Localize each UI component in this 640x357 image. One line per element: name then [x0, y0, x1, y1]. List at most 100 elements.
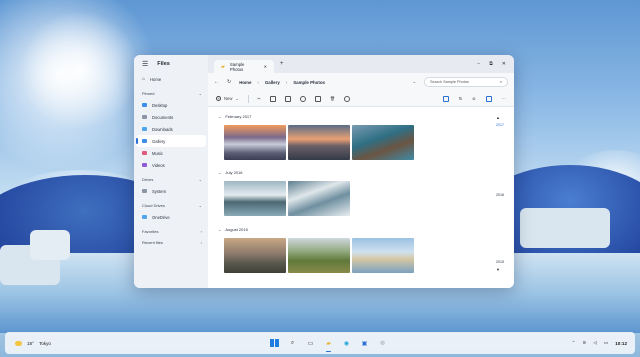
delete-icon[interactable]: 🗑	[330, 96, 335, 102]
weather-icon	[15, 340, 22, 346]
tab-close-icon[interactable]: ✕	[264, 64, 267, 69]
properties-icon[interactable]	[344, 95, 351, 102]
files-app-icon[interactable]: ▰	[323, 338, 334, 352]
section-label: Drives	[142, 177, 154, 182]
chevron-down-icon[interactable]: ⌄	[412, 79, 416, 85]
sidebar-item-home[interactable]: ⌂ Home	[134, 73, 208, 85]
group-header-july-2016[interactable]: ⌄ July 2016	[218, 170, 242, 175]
section-recent-files[interactable]: Recent files ›	[134, 237, 208, 248]
plus-icon: +	[216, 95, 221, 101]
breadcrumb[interactable]: Home › Gallery › Sample Photos ⌄	[239, 79, 416, 85]
sidebar-item-desktop[interactable]: Desktop	[134, 99, 208, 111]
cut-icon[interactable]: ✂	[257, 96, 261, 101]
new-button[interactable]: + New ⌄	[216, 96, 239, 101]
documents-icon	[142, 115, 147, 119]
share-icon[interactable]	[314, 95, 321, 102]
sidebar-item-system[interactable]: System	[134, 185, 208, 197]
photo-thumbnail[interactable]	[288, 238, 350, 273]
tab-label: Sample Photos	[229, 61, 245, 72]
wifi-icon[interactable]: ≋	[583, 340, 587, 346]
address-bar: ← ↻ Home › Gallery › Sample Photos ⌄ Sea…	[208, 73, 514, 91]
drive-icon	[142, 189, 147, 193]
battery-icon[interactable]: ▭	[604, 340, 608, 346]
main-pane: ▰ Sample Photos ✕ + − ⧉ ✕ ← ↻ Home › Gal…	[208, 55, 514, 288]
clock[interactable]: 10:12	[615, 341, 627, 346]
app-title: Files	[157, 61, 170, 67]
paste-icon[interactable]	[284, 95, 291, 102]
copy-icon[interactable]	[269, 95, 276, 102]
gallery-icon	[142, 139, 147, 143]
breadcrumb-gallery[interactable]: Gallery	[265, 80, 280, 85]
task-view-icon[interactable]: ▭	[305, 338, 316, 349]
weather-widget[interactable]: 18° Tokyo	[15, 340, 51, 346]
sidebar-item-documents[interactable]: Documents	[134, 111, 208, 123]
sort-icon[interactable]: ⇅	[459, 96, 463, 101]
taskbar-apps: ⌕ ▭ ▰ ◉ ▣ ◎	[269, 338, 388, 352]
search-placeholder: Search Sample Photos	[430, 80, 469, 84]
start-button[interactable]	[269, 338, 280, 349]
sidebar: ☰ Files ⌂ Home Pinned ⌄ Desktop Document…	[134, 55, 208, 288]
weather-city: Tokyo	[38, 340, 51, 346]
close-button[interactable]: ✕	[502, 61, 506, 67]
downloads-icon	[142, 127, 147, 131]
minimize-button[interactable]: −	[477, 61, 480, 67]
section-pinned[interactable]: Pinned ⌄	[134, 88, 208, 99]
sidebar-item-label: Downloads	[152, 126, 173, 132]
photo-thumbnail[interactable]	[224, 181, 286, 216]
sidebar-item-label: Documents	[152, 114, 174, 120]
view-icon[interactable]	[442, 95, 449, 102]
chrome-icon[interactable]: ◎	[377, 338, 388, 349]
scroll-up-arrow-icon[interactable]: ▲	[496, 115, 500, 120]
photo-thumbnail[interactable]	[352, 238, 414, 273]
group-header-august-2015[interactable]: ⌄ August 2015	[218, 227, 248, 232]
gallery-content: ⌄ February 2017 ▲ 2017 ⌄ July 2016 2016 …	[208, 107, 514, 288]
breadcrumb-home[interactable]: Home	[239, 80, 251, 85]
photo-thumbnail[interactable]	[288, 181, 350, 216]
more-options-icon[interactable]: ⋯	[502, 96, 506, 101]
window-controls: − ⧉ ✕	[477, 61, 514, 67]
store-icon[interactable]: ▣	[359, 338, 370, 349]
chevron-right-icon: ›	[285, 79, 288, 85]
back-arrow-icon[interactable]: ←	[214, 79, 219, 85]
section-label: Cloud Drives	[142, 203, 165, 208]
photo-thumbnail[interactable]	[224, 125, 286, 160]
volume-icon[interactable]: ◁	[593, 340, 597, 346]
desktop-icon	[142, 103, 147, 107]
photo-thumbnail[interactable]	[288, 125, 350, 160]
section-favorites[interactable]: Favorites ›	[134, 226, 208, 237]
sidebar-item-music[interactable]: Music	[134, 147, 208, 159]
photo-thumbnail[interactable]	[224, 238, 286, 273]
breadcrumb-sample-photos[interactable]: Sample Photos	[293, 80, 325, 85]
section-cloud-drives[interactable]: Cloud Drives ⌄	[134, 200, 208, 211]
chevron-up-icon[interactable]: ⌃	[572, 340, 576, 346]
edge-browser-icon[interactable]: ◉	[341, 338, 352, 349]
section-label: Pinned	[142, 91, 155, 96]
chevron-down-icon: ⌄	[235, 96, 239, 101]
sidebar-item-gallery[interactable]: Gallery	[136, 135, 206, 147]
photo-thumbnail[interactable]	[352, 125, 414, 160]
refresh-icon[interactable]: ↻	[227, 79, 231, 85]
search-icon: ⌕	[499, 80, 502, 84]
tab-sample-photos[interactable]: ▰ Sample Photos ✕	[214, 60, 274, 73]
group-header-february-2017[interactable]: ⌄ February 2017	[218, 114, 251, 119]
layout-icon[interactable]	[485, 95, 492, 102]
add-tab-button[interactable]: +	[280, 61, 284, 67]
timeline-marker[interactable]: 2017	[496, 123, 504, 127]
sidebar-item-videos[interactable]: Videos	[134, 159, 208, 171]
chevron-down-icon: ⌄	[218, 227, 222, 232]
timeline-marker[interactable]: 2015	[496, 260, 504, 264]
rename-icon[interactable]	[299, 95, 306, 102]
search-icon[interactable]: ⌕	[287, 338, 298, 349]
section-drives[interactable]: Drives ⌄	[134, 174, 208, 185]
group-icon[interactable]: ⊜	[472, 96, 476, 101]
weather-temperature: 18°	[27, 340, 34, 346]
sidebar-item-downloads[interactable]: Downloads	[134, 123, 208, 135]
hamburger-menu-icon[interactable]: ☰	[142, 60, 148, 68]
timeline-marker[interactable]: 2016	[496, 193, 504, 197]
restore-button[interactable]: ⧉	[489, 61, 493, 67]
scroll-down-arrow-icon[interactable]: ▼	[496, 267, 500, 272]
sidebar-item-onedrive[interactable]: OneDrive	[134, 211, 208, 223]
chevron-down-icon: ⌄	[198, 91, 202, 96]
chevron-down-icon: ⌄	[198, 177, 202, 182]
search-input[interactable]: Search Sample Photos ⌕	[424, 77, 508, 87]
